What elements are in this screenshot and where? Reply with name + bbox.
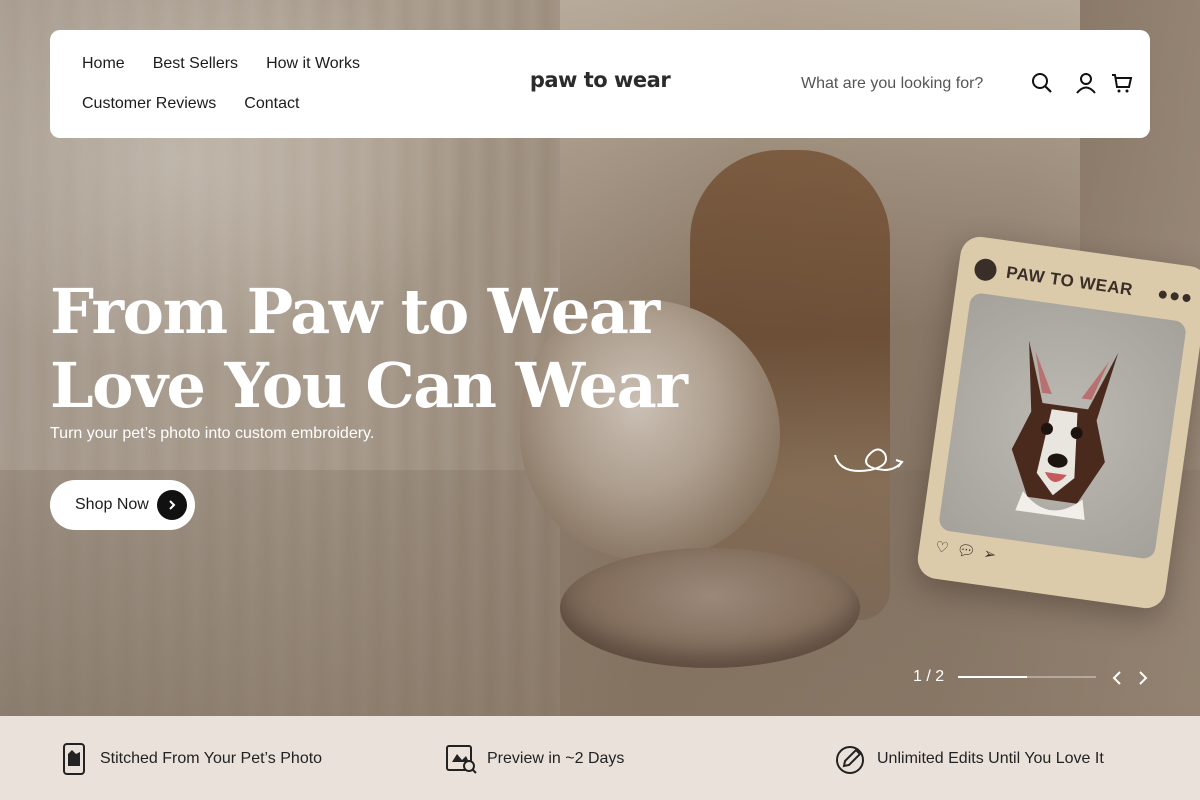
nav-home[interactable]: Home [82, 55, 125, 73]
card-menu-dots [1158, 290, 1192, 303]
slide-progress-bar [958, 676, 1096, 678]
nav-how-it-works[interactable]: How it Works [266, 55, 360, 73]
search-input[interactable] [785, 66, 995, 102]
shop-now-button[interactable]: Shop Now [50, 480, 195, 530]
swirl-arrow-decoration [834, 448, 904, 472]
cart-icon[interactable] [1111, 72, 1133, 94]
next-slide-button[interactable] [1133, 668, 1151, 688]
account-icon[interactable] [1075, 72, 1097, 94]
comment-icon: 💬︎ [955, 541, 977, 562]
card-title: PAW TO WEAR [1005, 262, 1135, 300]
slide-progress-fill [958, 676, 1027, 678]
chevron-right-icon [1139, 671, 1148, 685]
embroidery-card: PAW TO WEAR ♡ 💬︎ ➢ [915, 234, 1200, 611]
send-icon: ➢ [982, 545, 998, 564]
nav-best-sellers[interactable]: Best Sellers [153, 55, 238, 73]
feature-label: Stitched From Your Pet’s Photo [100, 750, 323, 767]
search-icon[interactable] [1031, 72, 1053, 94]
card-avatar [973, 257, 998, 283]
feature-item: Unlimited Edits Until You Love It [835, 742, 1104, 776]
site-header: Home Best Sellers How it Works Customer … [50, 30, 1150, 138]
chevron-right-icon [156, 490, 187, 520]
headline-line-2: Love You Can Wear [50, 349, 688, 422]
prev-slide-button[interactable] [1109, 668, 1127, 688]
edit-icon [836, 746, 864, 774]
main-nav: Home Best Sellers How it Works Customer … [82, 44, 402, 124]
shop-now-label: Shop Now [75, 496, 149, 513]
feature-item: Preview in ~2 Days [445, 742, 624, 776]
preview-icon [446, 745, 477, 774]
embroidered-dog-image [937, 291, 1188, 560]
hero-headline: From Paw to Wear Love You Can Wear [50, 275, 690, 423]
features-bar: Stitched From Your Pet’s Photo Preview i… [0, 716, 1200, 800]
chevron-left-icon [1112, 671, 1121, 685]
site-logo[interactable]: paw to wear [520, 68, 680, 92]
hero-subheadline: Turn your pet’s photo into custom embroi… [50, 425, 375, 442]
phone-photo-icon [63, 743, 85, 775]
feature-label: Unlimited Edits Until You Love It [877, 750, 1104, 767]
feature-item: Stitched From Your Pet’s Photo [58, 742, 322, 776]
feature-label: Preview in ~2 Days [487, 750, 625, 767]
slide-counter: 1 / 2 [913, 668, 945, 685]
heart-icon: ♡ [934, 538, 950, 558]
nav-customer-reviews[interactable]: Customer Reviews [82, 95, 216, 113]
nav-contact[interactable]: Contact [244, 95, 299, 113]
headline-line-1: From Paw to Wear [50, 275, 660, 348]
